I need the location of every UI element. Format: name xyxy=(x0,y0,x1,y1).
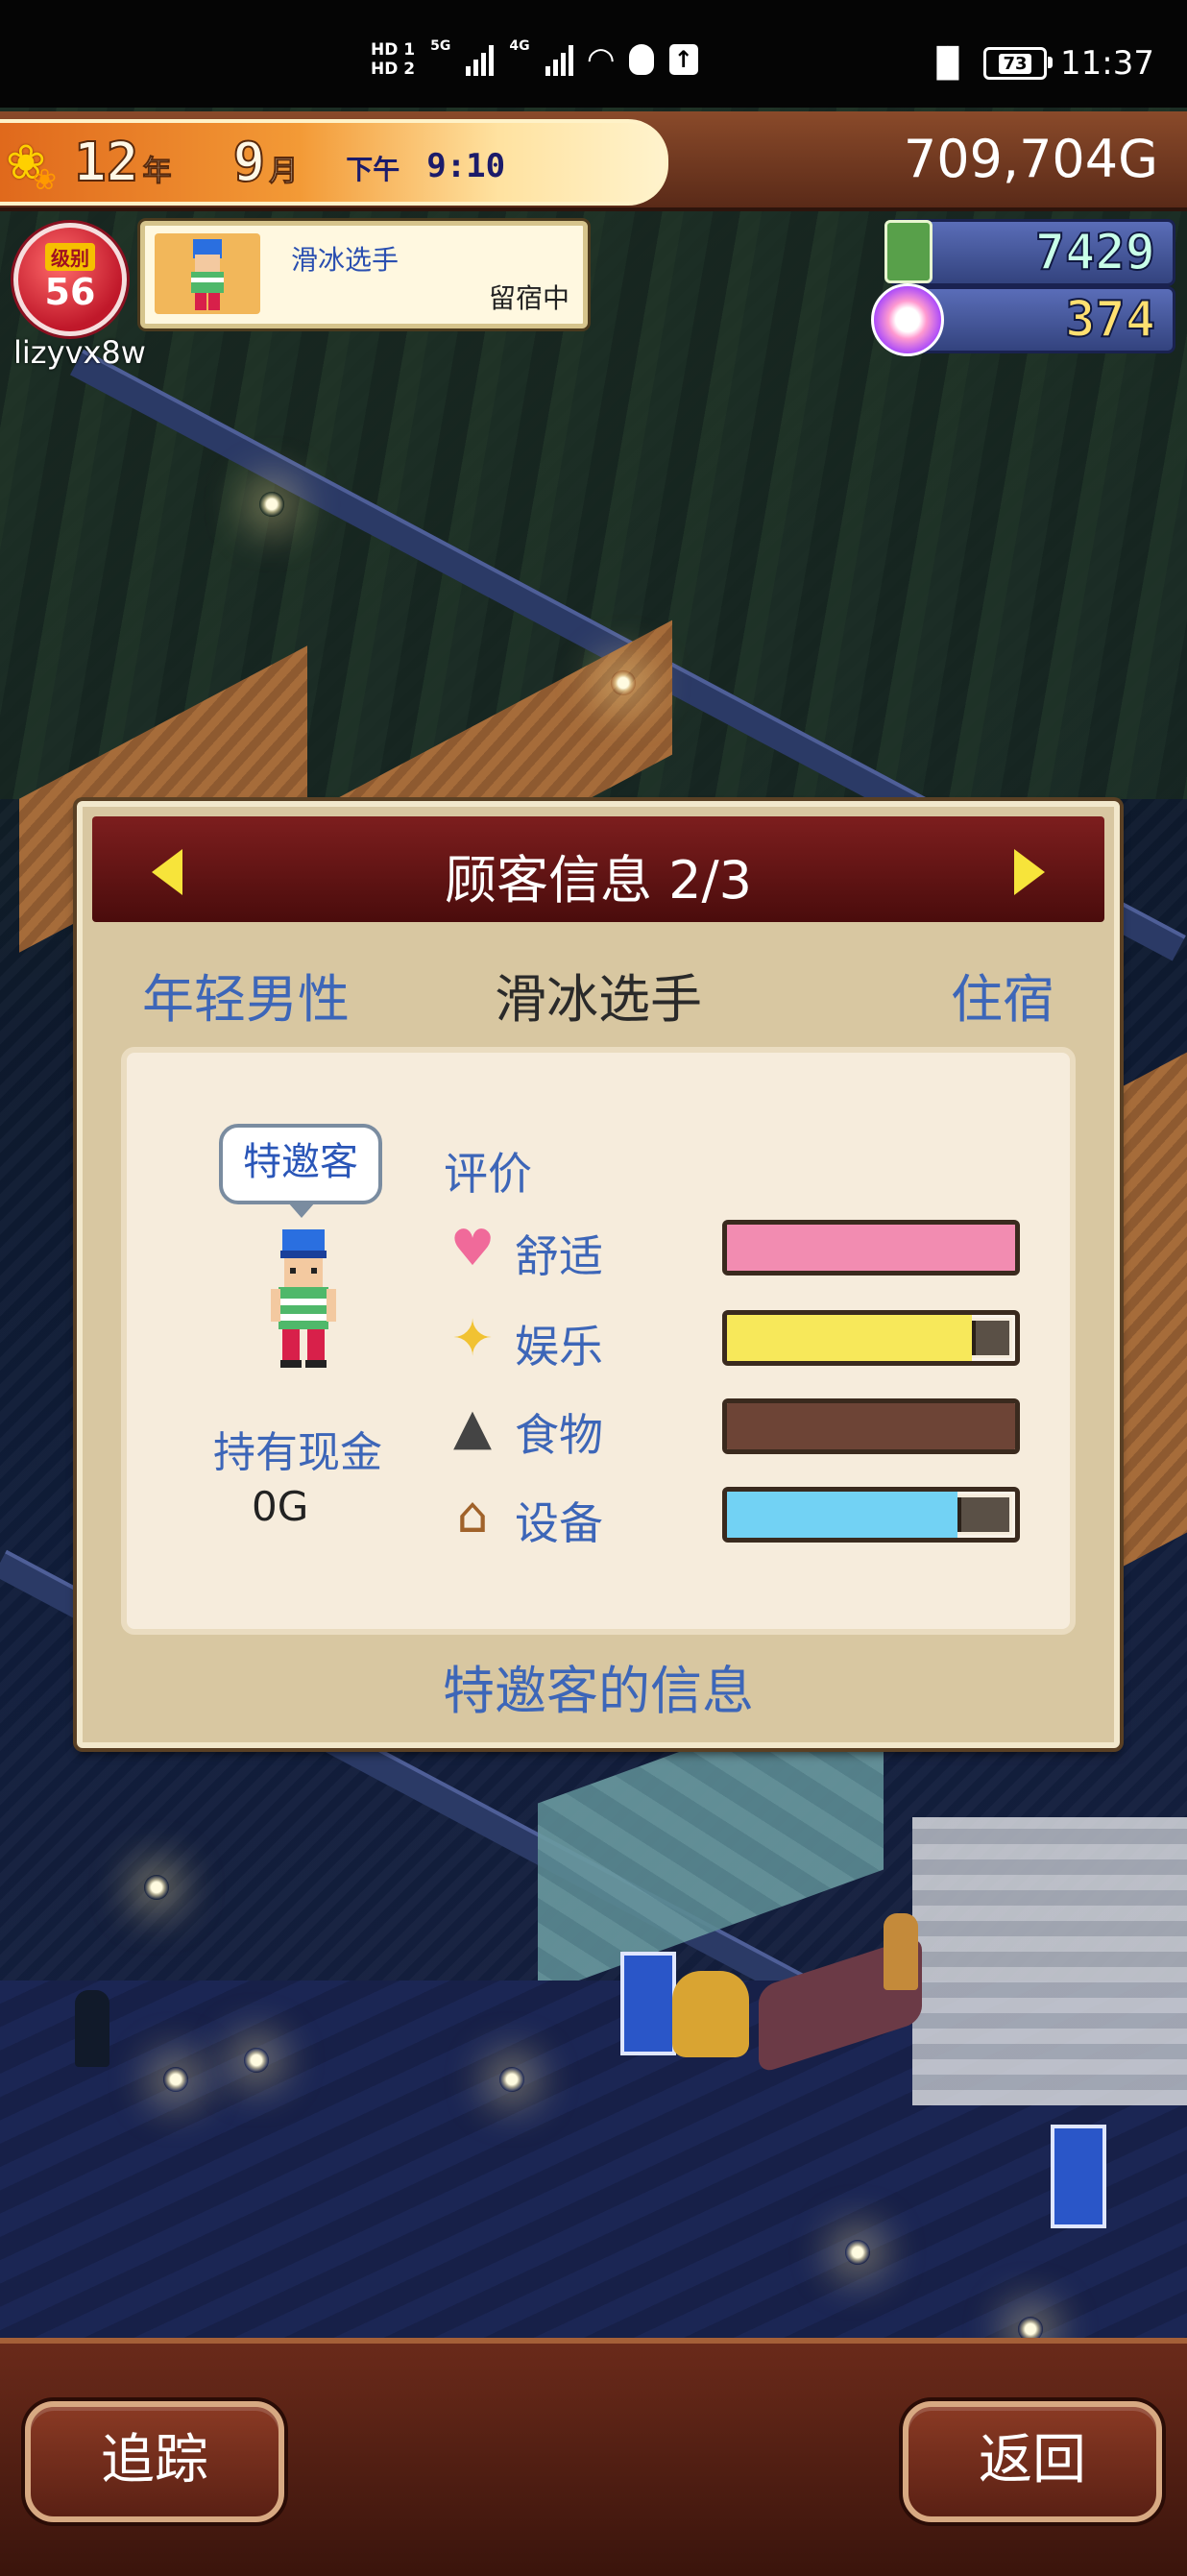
house-icon: ⌂ xyxy=(456,1487,489,1544)
lamp-light xyxy=(144,1875,169,1900)
rating-fill xyxy=(727,1492,957,1538)
rating-fill xyxy=(727,1315,972,1361)
ticket-value: 7429 xyxy=(1034,223,1156,282)
5g-label: 5G xyxy=(430,38,451,54)
lamp-light xyxy=(499,2067,524,2092)
year-unit: 年 xyxy=(142,155,172,189)
lamp-light xyxy=(163,2067,188,2092)
rating-label: 食物 xyxy=(515,1409,603,1461)
bottom-bar: 追踪 返回 xyxy=(0,2338,1187,2576)
rating-label: 设备 xyxy=(515,1497,603,1549)
medal-counter[interactable]: 374 xyxy=(871,283,1175,356)
clock-time: 11:37 xyxy=(1060,44,1154,83)
wooden-deck xyxy=(1114,1045,1187,1571)
level-badge[interactable]: 级别 56 xyxy=(13,223,127,336)
signal-icon xyxy=(545,43,573,76)
rice-ball-icon: ▲ xyxy=(453,1398,492,1456)
rating-entertainment: ✦ 娱乐 xyxy=(444,1304,1039,1373)
rating-bar xyxy=(722,1310,1020,1366)
info-panel: 特邀客 持有现金 0G 评价 ♥ 舒适 ✦ 娱乐 ▲ 食物 ⌂ 设备 xyxy=(121,1047,1076,1635)
signal-icon xyxy=(466,43,495,76)
hd1-label: HD 1 xyxy=(371,40,416,60)
date-bar: ❀ ❀ 12 年 9 月 下午 9:10 xyxy=(0,119,668,206)
guest-card[interactable]: 滑冰选手 留宿中 xyxy=(140,221,588,328)
rating-label: 娱乐 xyxy=(515,1321,603,1373)
rating-comfort: ♥ 舒适 xyxy=(444,1214,1039,1282)
battery-level: 73 xyxy=(999,53,1031,74)
vending-machine xyxy=(1051,2125,1106,2228)
customer-info-dialog: 顾客信息 2/3 年轻男性 滑冰选手 住宿 特邀客 持有现金 0G 评价 ♥ 舒… xyxy=(77,801,1120,1748)
game-clock: 9:10 xyxy=(426,147,506,185)
rating-bar xyxy=(722,1398,1020,1454)
track-button[interactable]: 追踪 xyxy=(25,2401,284,2522)
hd-indicator: HD 1 HD 2 xyxy=(371,40,415,79)
lamp-light xyxy=(611,670,636,695)
rating-label: 舒适 xyxy=(515,1230,603,1282)
lamp-light xyxy=(1018,2317,1043,2338)
maple-leaf-icon: ❀ xyxy=(32,162,58,197)
guest-name: 滑冰选手 xyxy=(291,244,400,276)
next-arrow-icon[interactable] xyxy=(1014,849,1045,895)
hd2-label: HD 2 xyxy=(371,60,416,79)
guest-sprite[interactable] xyxy=(75,1990,109,2067)
lamp-light xyxy=(845,2240,870,2265)
heart-icon: ♥ xyxy=(449,1220,496,1277)
special-guest-badge: 特邀客 xyxy=(219,1124,382,1218)
ticket-counter[interactable]: 7429 xyxy=(884,219,1175,286)
back-button[interactable]: 返回 xyxy=(903,2401,1162,2522)
dialog-title: 顾客信息 2/3 xyxy=(444,850,753,911)
username: lizyvx8w xyxy=(13,334,146,371)
rating-bar xyxy=(722,1220,1020,1276)
evaluation-label: 评价 xyxy=(444,1148,532,1200)
rating-empty xyxy=(972,1321,1009,1355)
rating-facility: ⌂ 设备 xyxy=(444,1481,1039,1549)
rating-bar xyxy=(722,1487,1020,1543)
guest-sprite[interactable] xyxy=(884,1913,918,1990)
vending-machine xyxy=(620,1952,676,2055)
kitchen-area xyxy=(912,1817,1187,2105)
hot-spring-medal-icon xyxy=(871,283,944,356)
ticket-icon xyxy=(884,220,933,283)
time-period: 下午 xyxy=(346,154,400,185)
customer-status: 住宿 xyxy=(951,969,1054,1030)
vibrate-icon: ▐▌ xyxy=(925,46,971,81)
status-right: ▐▌ 73 11:37 xyxy=(926,38,1154,88)
lamp-light xyxy=(244,2048,269,2073)
medal-value: 374 xyxy=(1064,290,1156,350)
year-number: 12 xyxy=(73,131,139,195)
status-bar: HD 1 HD 2 5G 4G ◠ ↑ ▐▌ 73 11:37 xyxy=(0,0,1187,108)
level-label: 级别 xyxy=(45,243,95,271)
cash-label: 持有现金 xyxy=(213,1428,382,1477)
rating-food: ▲ 食物 xyxy=(444,1393,1039,1461)
rating-empty xyxy=(957,1497,1009,1532)
lamp-light xyxy=(259,492,284,517)
guest-status: 留宿中 xyxy=(488,282,569,314)
cash-value: 0G xyxy=(252,1483,309,1530)
guest-portrait xyxy=(155,233,260,314)
bear-mascot xyxy=(672,1971,749,2057)
4g-label: 4G xyxy=(509,38,530,54)
money-counter: 709,704G xyxy=(903,129,1158,189)
sparkle-icon: ✦ xyxy=(451,1310,494,1368)
network-indicators: HD 1 HD 2 5G 4G ◠ ↑ xyxy=(371,33,698,86)
battery-icon: 73 xyxy=(983,47,1054,80)
skater-avatar-icon xyxy=(271,1229,336,1368)
qq-icon xyxy=(628,44,654,75)
level-value: 56 xyxy=(44,271,96,313)
month-unit: 月 xyxy=(269,155,299,189)
upload-icon: ↑ xyxy=(668,44,698,75)
special-guest-info-link[interactable]: 特邀客的信息 xyxy=(83,1648,1114,1724)
month-number: 9 xyxy=(231,131,266,195)
guest-avatar-icon xyxy=(191,239,224,310)
dialog-header: 顾客信息 2/3 xyxy=(92,816,1104,922)
rating-fill xyxy=(727,1403,1015,1449)
wifi-icon: ◠ xyxy=(588,40,614,79)
rating-fill xyxy=(727,1225,1015,1271)
top-hud: ❀ ❀ 12 年 9 月 下午 9:10 709,704G xyxy=(0,111,1187,211)
